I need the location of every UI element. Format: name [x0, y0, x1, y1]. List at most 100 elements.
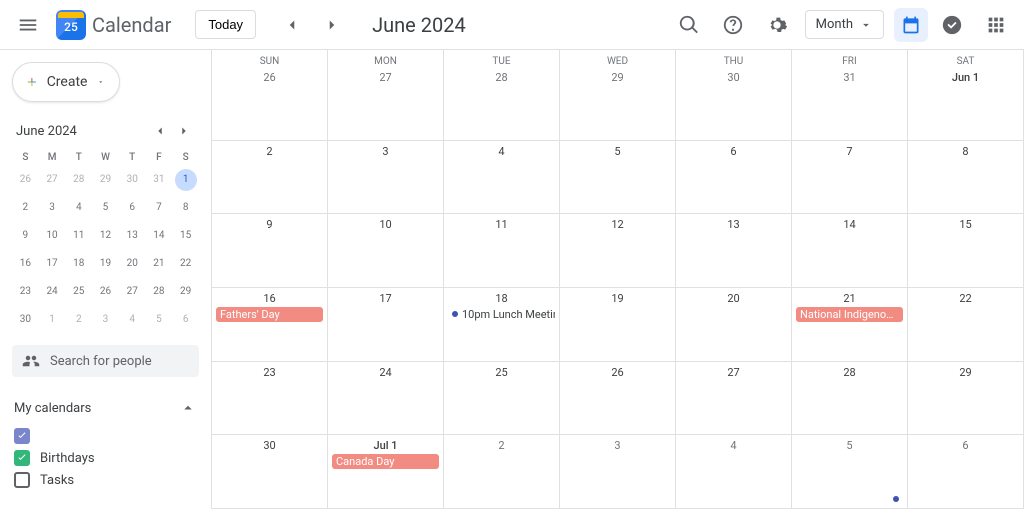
day-cell[interactable]: 2: [212, 141, 328, 215]
mini-day[interactable]: 16: [14, 253, 36, 275]
day-cell[interactable]: 22: [908, 288, 1024, 362]
mini-day[interactable]: 20: [121, 253, 143, 275]
mini-day[interactable]: 23: [14, 281, 36, 303]
mini-day[interactable]: 1: [41, 309, 63, 331]
calendar-view-toggle[interactable]: [894, 8, 928, 42]
day-cell[interactable]: 2: [444, 435, 560, 509]
mini-day[interactable]: 27: [41, 169, 63, 191]
calendar-item[interactable]: Tasks: [12, 469, 199, 491]
day-cell[interactable]: 4: [676, 435, 792, 509]
mini-calendar[interactable]: SMTWTFS262728293031123456789101112131415…: [12, 152, 199, 331]
day-cell[interactable]: 6: [676, 141, 792, 215]
day-cell[interactable]: 28: [792, 362, 908, 436]
mini-day[interactable]: 10: [41, 225, 63, 247]
mini-day[interactable]: 11: [68, 225, 90, 247]
day-cell[interactable]: 11: [444, 214, 560, 288]
day-cell[interactable]: 15: [908, 214, 1024, 288]
day-cell[interactable]: 4: [444, 141, 560, 215]
my-calendars-header[interactable]: My calendars: [12, 395, 199, 421]
day-cell[interactable]: 25: [444, 362, 560, 436]
day-cell[interactable]: 24: [328, 362, 444, 436]
mini-day[interactable]: 27: [121, 281, 143, 303]
mini-day[interactable]: 22: [175, 253, 197, 275]
day-cell[interactable]: 14: [792, 214, 908, 288]
day-cell[interactable]: 16Fathers' Day: [212, 288, 328, 362]
day-cell[interactable]: 21National Indigenous Peoples Day: [792, 288, 908, 362]
event-dot[interactable]: [893, 496, 899, 502]
day-cell[interactable]: Jun 1: [908, 67, 1024, 141]
mini-day[interactable]: 12: [94, 225, 116, 247]
calendar-item[interactable]: [12, 425, 199, 447]
next-month-button[interactable]: [312, 5, 352, 45]
calendar-checkbox[interactable]: [14, 450, 30, 466]
calendar-item[interactable]: Birthdays: [12, 447, 199, 469]
mini-day[interactable]: 17: [41, 253, 63, 275]
mini-prev-button[interactable]: [149, 120, 171, 142]
day-cell[interactable]: 30: [212, 435, 328, 509]
mini-day[interactable]: 26: [94, 281, 116, 303]
day-cell[interactable]: 13: [676, 214, 792, 288]
mini-day[interactable]: 18: [68, 253, 90, 275]
day-cell[interactable]: 31: [792, 67, 908, 141]
mini-day[interactable]: 14: [148, 225, 170, 247]
help-icon[interactable]: [713, 5, 753, 45]
mini-day[interactable]: 29: [175, 281, 197, 303]
day-cell[interactable]: 7: [792, 141, 908, 215]
mini-day[interactable]: 5: [148, 309, 170, 331]
day-cell[interactable]: 6: [908, 435, 1024, 509]
mini-day[interactable]: 2: [14, 197, 36, 219]
day-cell[interactable]: 28: [444, 67, 560, 141]
mini-day[interactable]: 15: [175, 225, 197, 247]
event-chip[interactable]: Fathers' Day: [216, 307, 323, 322]
day-cell[interactable]: 17: [328, 288, 444, 362]
event-chip[interactable]: 10pm Lunch Meeting: [448, 307, 555, 322]
day-cell[interactable]: 3: [328, 141, 444, 215]
create-button[interactable]: Create: [12, 62, 120, 102]
prev-month-button[interactable]: [272, 5, 312, 45]
mini-day[interactable]: 28: [148, 281, 170, 303]
day-cell[interactable]: 27: [676, 362, 792, 436]
mini-day[interactable]: 2: [68, 309, 90, 331]
settings-icon[interactable]: [757, 5, 797, 45]
search-people-input[interactable]: Search for people: [12, 345, 199, 377]
day-cell[interactable]: 19: [560, 288, 676, 362]
mini-day[interactable]: 30: [121, 169, 143, 191]
day-cell[interactable]: 8: [908, 141, 1024, 215]
day-cell[interactable]: Jul 1Canada Day: [328, 435, 444, 509]
mini-day[interactable]: 3: [94, 309, 116, 331]
mini-day[interactable]: 29: [94, 169, 116, 191]
day-cell[interactable]: 30: [676, 67, 792, 141]
day-cell[interactable]: 5: [560, 141, 676, 215]
mini-day[interactable]: 6: [121, 197, 143, 219]
day-cell[interactable]: 9: [212, 214, 328, 288]
calendar-checkbox[interactable]: [14, 428, 30, 444]
calendar-checkbox[interactable]: [14, 472, 30, 488]
mini-day[interactable]: 5: [94, 197, 116, 219]
main-menu-icon[interactable]: [8, 5, 48, 45]
mini-day[interactable]: 19: [94, 253, 116, 275]
day-cell[interactable]: 23: [212, 362, 328, 436]
mini-day[interactable]: 28: [68, 169, 90, 191]
event-chip[interactable]: Canada Day: [332, 454, 439, 469]
day-cell[interactable]: 29: [908, 362, 1024, 436]
mini-day[interactable]: 30: [14, 309, 36, 331]
today-button[interactable]: Today: [195, 10, 256, 39]
day-cell[interactable]: 20: [676, 288, 792, 362]
event-chip[interactable]: National Indigenous Peoples Day: [796, 307, 903, 322]
mini-day[interactable]: 4: [121, 309, 143, 331]
mini-day[interactable]: 8: [175, 197, 197, 219]
day-cell[interactable]: 29: [560, 67, 676, 141]
mini-day[interactable]: 3: [41, 197, 63, 219]
mini-day[interactable]: 24: [41, 281, 63, 303]
day-cell[interactable]: 27: [328, 67, 444, 141]
mini-day[interactable]: 7: [148, 197, 170, 219]
mini-day[interactable]: 1: [175, 169, 197, 191]
apps-icon[interactable]: [976, 5, 1016, 45]
day-cell[interactable]: 12: [560, 214, 676, 288]
mini-day[interactable]: 13: [121, 225, 143, 247]
day-cell[interactable]: 26: [212, 67, 328, 141]
day-cell[interactable]: 10: [328, 214, 444, 288]
mini-day[interactable]: 31: [148, 169, 170, 191]
day-cell[interactable]: 5: [792, 435, 908, 509]
mini-day[interactable]: 4: [68, 197, 90, 219]
